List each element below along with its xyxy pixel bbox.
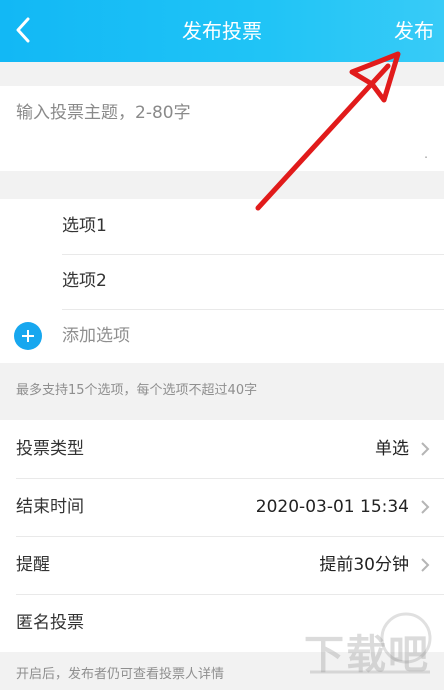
chevron-right-icon <box>421 558 430 572</box>
vote-type-row[interactable]: 投票类型 单选 <box>0 420 444 478</box>
vote-type-value: 单选 <box>375 439 409 459</box>
divider <box>62 254 444 255</box>
topic-placeholder: 输入投票主题，2-80字 <box>16 103 191 123</box>
topic-dot: . <box>424 147 428 161</box>
vote-type-label: 投票类型 <box>16 439 84 459</box>
add-option-button[interactable]: 添加选项 <box>62 309 130 364</box>
page-title: 发布投票 <box>182 19 262 43</box>
reminder-value: 提前30分钟 <box>319 555 409 575</box>
watermark-text: 下载吧 <box>304 632 430 678</box>
chevron-right-icon <box>421 442 430 456</box>
options-list: 选项1 选项2 添加选项 <box>0 199 444 363</box>
option-1-input[interactable]: 选项1 <box>62 199 107 254</box>
reminder-row[interactable]: 提醒 提前30分钟 <box>0 536 444 594</box>
top-bar: 发布投票 发布 <box>0 0 444 62</box>
plus-icon <box>22 330 34 342</box>
publish-button[interactable]: 发布 <box>394 0 434 62</box>
options-tip: 最多支持15个选项，每个选项不超过40字 <box>16 383 258 398</box>
anonymous-label: 匿名投票 <box>16 613 84 633</box>
end-time-value: 2020-03-01 15:34 <box>255 497 409 517</box>
chevron-right-icon <box>421 500 430 514</box>
end-time-row[interactable]: 结束时间 2020-03-01 15:34 <box>0 478 444 536</box>
reminder-label: 提醒 <box>16 555 50 575</box>
end-time-label: 结束时间 <box>16 497 84 517</box>
plus-circle-icon[interactable] <box>14 322 42 350</box>
option-2-input[interactable]: 选项2 <box>62 254 107 309</box>
vote-topic-input[interactable]: 输入投票主题，2-80字 . <box>0 86 444 171</box>
anonymous-tip: 开启后，发布者仍可查看投票人详情 <box>16 667 225 682</box>
